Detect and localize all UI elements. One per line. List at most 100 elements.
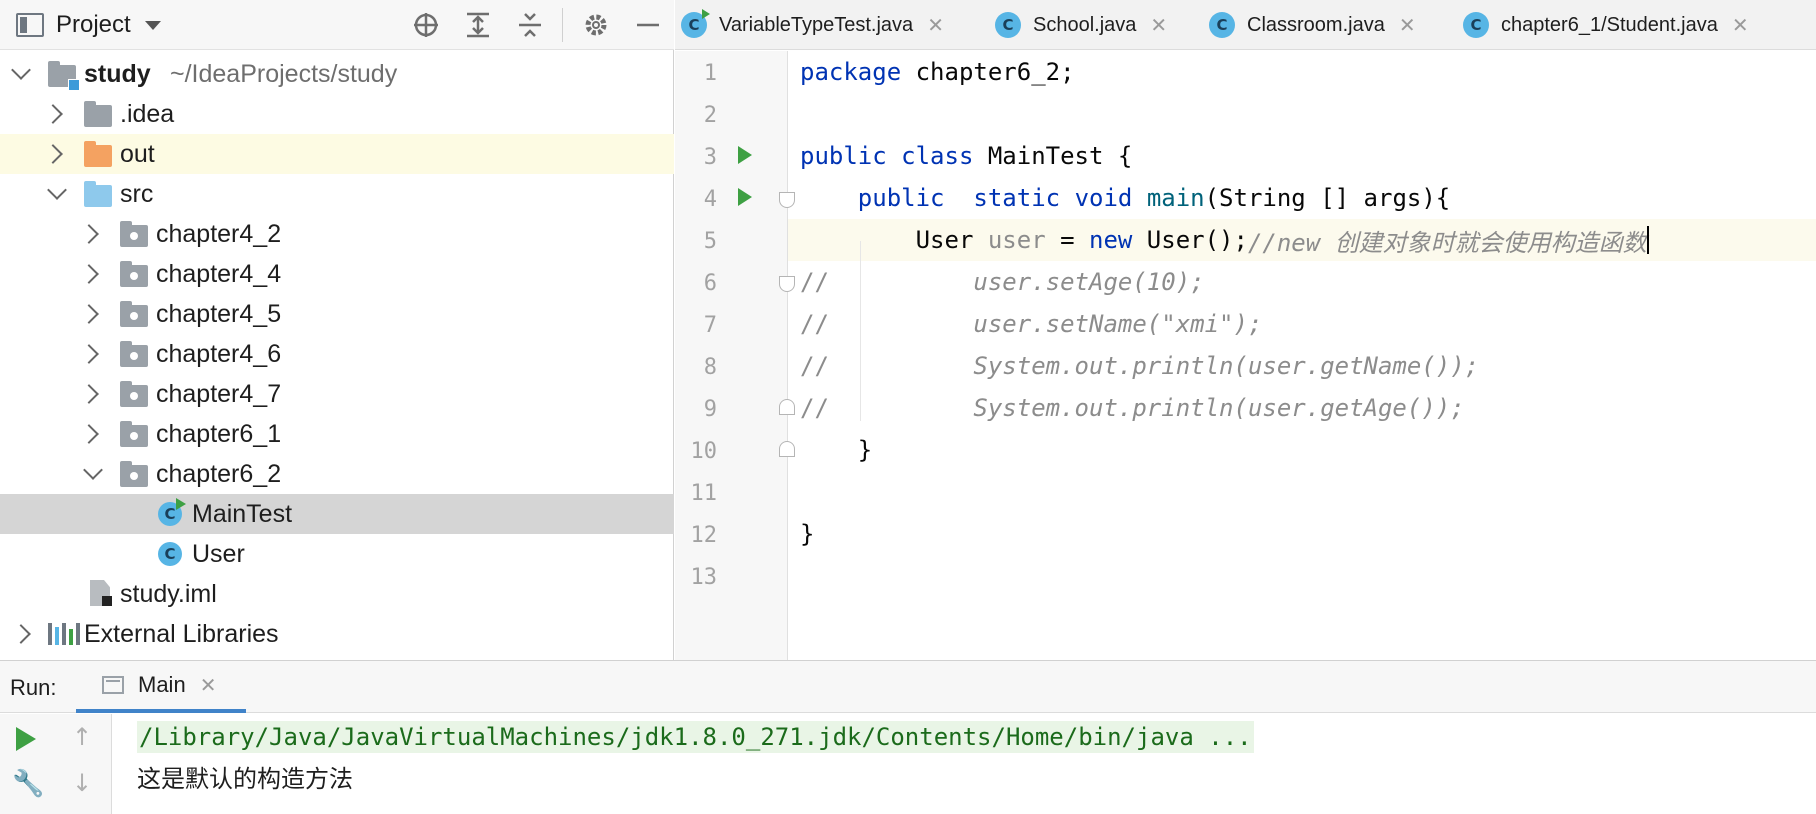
line-number: 13 bbox=[690, 565, 718, 590]
line-number: 2 bbox=[703, 103, 717, 128]
tree-item-user[interactable]: C User bbox=[0, 534, 674, 574]
package-icon bbox=[120, 341, 148, 367]
tree-item-label: chapter4_6 bbox=[156, 339, 282, 368]
rerun-icon[interactable] bbox=[16, 727, 36, 751]
run-badge-icon bbox=[702, 9, 710, 19]
code-line: } bbox=[800, 513, 814, 555]
code-comment-prefix: // bbox=[800, 394, 829, 422]
editor-tab[interactable]: C chapter6_1/Student.java ✕ bbox=[1463, 0, 1749, 50]
tree-item-package[interactable]: chapter4_5 bbox=[0, 294, 674, 334]
minimize-icon[interactable] bbox=[632, 10, 664, 40]
locate-icon[interactable] bbox=[410, 10, 442, 40]
project-panel-title: Project bbox=[56, 11, 131, 38]
close-icon[interactable]: ✕ bbox=[1399, 13, 1416, 38]
tree-item-src[interactable]: src bbox=[0, 174, 674, 214]
tree-item-label: chapter4_4 bbox=[156, 259, 282, 288]
tree-item-external-libraries[interactable]: External Libraries bbox=[0, 614, 674, 654]
tree-item-label: out bbox=[120, 139, 155, 168]
chevron-right-icon[interactable] bbox=[79, 384, 99, 404]
tree-item-idea[interactable]: .idea bbox=[0, 94, 674, 134]
wrench-icon[interactable]: 🔧 bbox=[12, 769, 44, 799]
chevron-down-icon bbox=[144, 20, 161, 30]
header-divider bbox=[562, 8, 563, 42]
tree-item-package[interactable]: chapter6_2 bbox=[0, 454, 674, 494]
code-keyword: void bbox=[1074, 184, 1133, 212]
fold-icon[interactable] bbox=[779, 441, 795, 457]
code-text: chapter6_2; bbox=[901, 58, 1075, 86]
gear-icon[interactable] bbox=[580, 10, 612, 40]
editor-tab[interactable]: C Classroom.java ✕ bbox=[1209, 0, 1416, 50]
tree-item-package[interactable]: chapter4_6 bbox=[0, 334, 674, 374]
expand-all-icon[interactable] bbox=[462, 10, 494, 40]
code-comment: //new 创建对象时就会使用构造函数 bbox=[1247, 228, 1647, 257]
line-number: 1 bbox=[703, 61, 717, 86]
tree-item-out[interactable]: out bbox=[0, 134, 674, 174]
code-line: // user.setAge(10); bbox=[800, 261, 1205, 303]
module-folder-icon bbox=[48, 61, 80, 91]
editor-tab[interactable]: C VariableTypeTest.java ✕ bbox=[681, 0, 944, 50]
code-line-current: User user = new User();//new 创建对象时就会使用构造… bbox=[800, 219, 1649, 261]
chevron-right-icon[interactable] bbox=[79, 224, 99, 244]
chevron-right-icon[interactable] bbox=[79, 264, 99, 284]
code-keyword: class bbox=[901, 142, 974, 170]
chevron-down-icon[interactable] bbox=[11, 60, 31, 80]
tree-item-package[interactable]: chapter6_1 bbox=[0, 414, 674, 454]
close-icon[interactable]: ✕ bbox=[200, 673, 217, 698]
editor-tab-label: VariableTypeTest.java bbox=[719, 13, 914, 36]
run-tab-main[interactable]: Main ✕ bbox=[76, 661, 246, 713]
code-line: // user.setName("xmi"); bbox=[800, 303, 1262, 345]
code-keyword: public bbox=[800, 142, 887, 170]
chevron-right-icon[interactable] bbox=[43, 104, 63, 124]
code-text: } bbox=[800, 520, 815, 548]
collapse-all-icon[interactable] bbox=[514, 10, 546, 40]
chevron-right-icon[interactable] bbox=[79, 304, 99, 324]
fold-icon[interactable] bbox=[779, 399, 795, 415]
chevron-down-icon[interactable] bbox=[47, 180, 67, 200]
code-keyword: new bbox=[1089, 226, 1133, 254]
code-variable: user bbox=[987, 226, 1046, 254]
console-icon bbox=[102, 676, 124, 694]
package-icon bbox=[120, 221, 148, 247]
chevron-right-icon[interactable] bbox=[43, 144, 63, 164]
code-keyword: package bbox=[800, 58, 902, 86]
run-tab-label: Main bbox=[138, 672, 186, 697]
tree-item-package[interactable]: chapter4_2 bbox=[0, 214, 674, 254]
run-main-icon[interactable] bbox=[738, 188, 752, 206]
code-comment: user.setName("xmi"); bbox=[973, 310, 1263, 338]
code-line: } bbox=[800, 429, 872, 471]
tree-item-study[interactable]: study ~/IdeaProjects/study bbox=[0, 54, 674, 94]
editor-tab-label: Classroom.java bbox=[1247, 13, 1385, 36]
package-icon bbox=[120, 301, 148, 327]
chevron-right-icon[interactable] bbox=[11, 624, 31, 644]
package-icon bbox=[120, 381, 148, 407]
tree-item-package[interactable]: chapter4_4 bbox=[0, 254, 674, 294]
code-method: main bbox=[1146, 184, 1205, 212]
tree-item-iml[interactable]: study.iml bbox=[0, 574, 674, 614]
code-text: User(); bbox=[1132, 226, 1248, 254]
fold-icon[interactable] bbox=[779, 192, 795, 208]
code-comment-prefix: // bbox=[800, 352, 829, 380]
tree-item-label: MainTest bbox=[192, 499, 293, 528]
close-icon[interactable]: ✕ bbox=[1150, 13, 1167, 38]
editor-tab[interactable]: C School.java ✕ bbox=[995, 0, 1167, 50]
arrow-up-icon[interactable]: ↑ bbox=[72, 723, 92, 751]
code-line: // System.out.println(user.getAge()); bbox=[800, 387, 1465, 429]
tree-item-package[interactable]: chapter4_7 bbox=[0, 374, 674, 414]
tree-item-path: ~/IdeaProjects/study bbox=[170, 59, 398, 88]
arrow-down-icon[interactable]: ↓ bbox=[72, 769, 92, 797]
project-view-selector[interactable]: Project bbox=[16, 10, 161, 40]
run-class-icon[interactable] bbox=[738, 146, 752, 164]
folder-icon bbox=[84, 101, 112, 127]
chevron-right-icon[interactable] bbox=[79, 424, 99, 444]
console-command-line[interactable]: /Library/Java/JavaVirtualMachines/jdk1.8… bbox=[137, 721, 1254, 753]
tree-item-maintest[interactable]: C MainTest bbox=[0, 494, 674, 534]
chevron-down-icon[interactable] bbox=[83, 460, 103, 480]
fold-icon[interactable] bbox=[779, 276, 795, 292]
code-editor[interactable]: 1 2 3 4 5 6 7 8 9 10 11 12 13 package ch… bbox=[675, 51, 1816, 660]
chevron-right-icon[interactable] bbox=[79, 344, 99, 364]
close-icon[interactable]: ✕ bbox=[1732, 13, 1749, 38]
close-icon[interactable]: ✕ bbox=[927, 13, 944, 38]
tree-item-label: .idea bbox=[120, 99, 175, 128]
java-class-icon: C bbox=[995, 12, 1021, 38]
line-number: 8 bbox=[703, 355, 717, 380]
